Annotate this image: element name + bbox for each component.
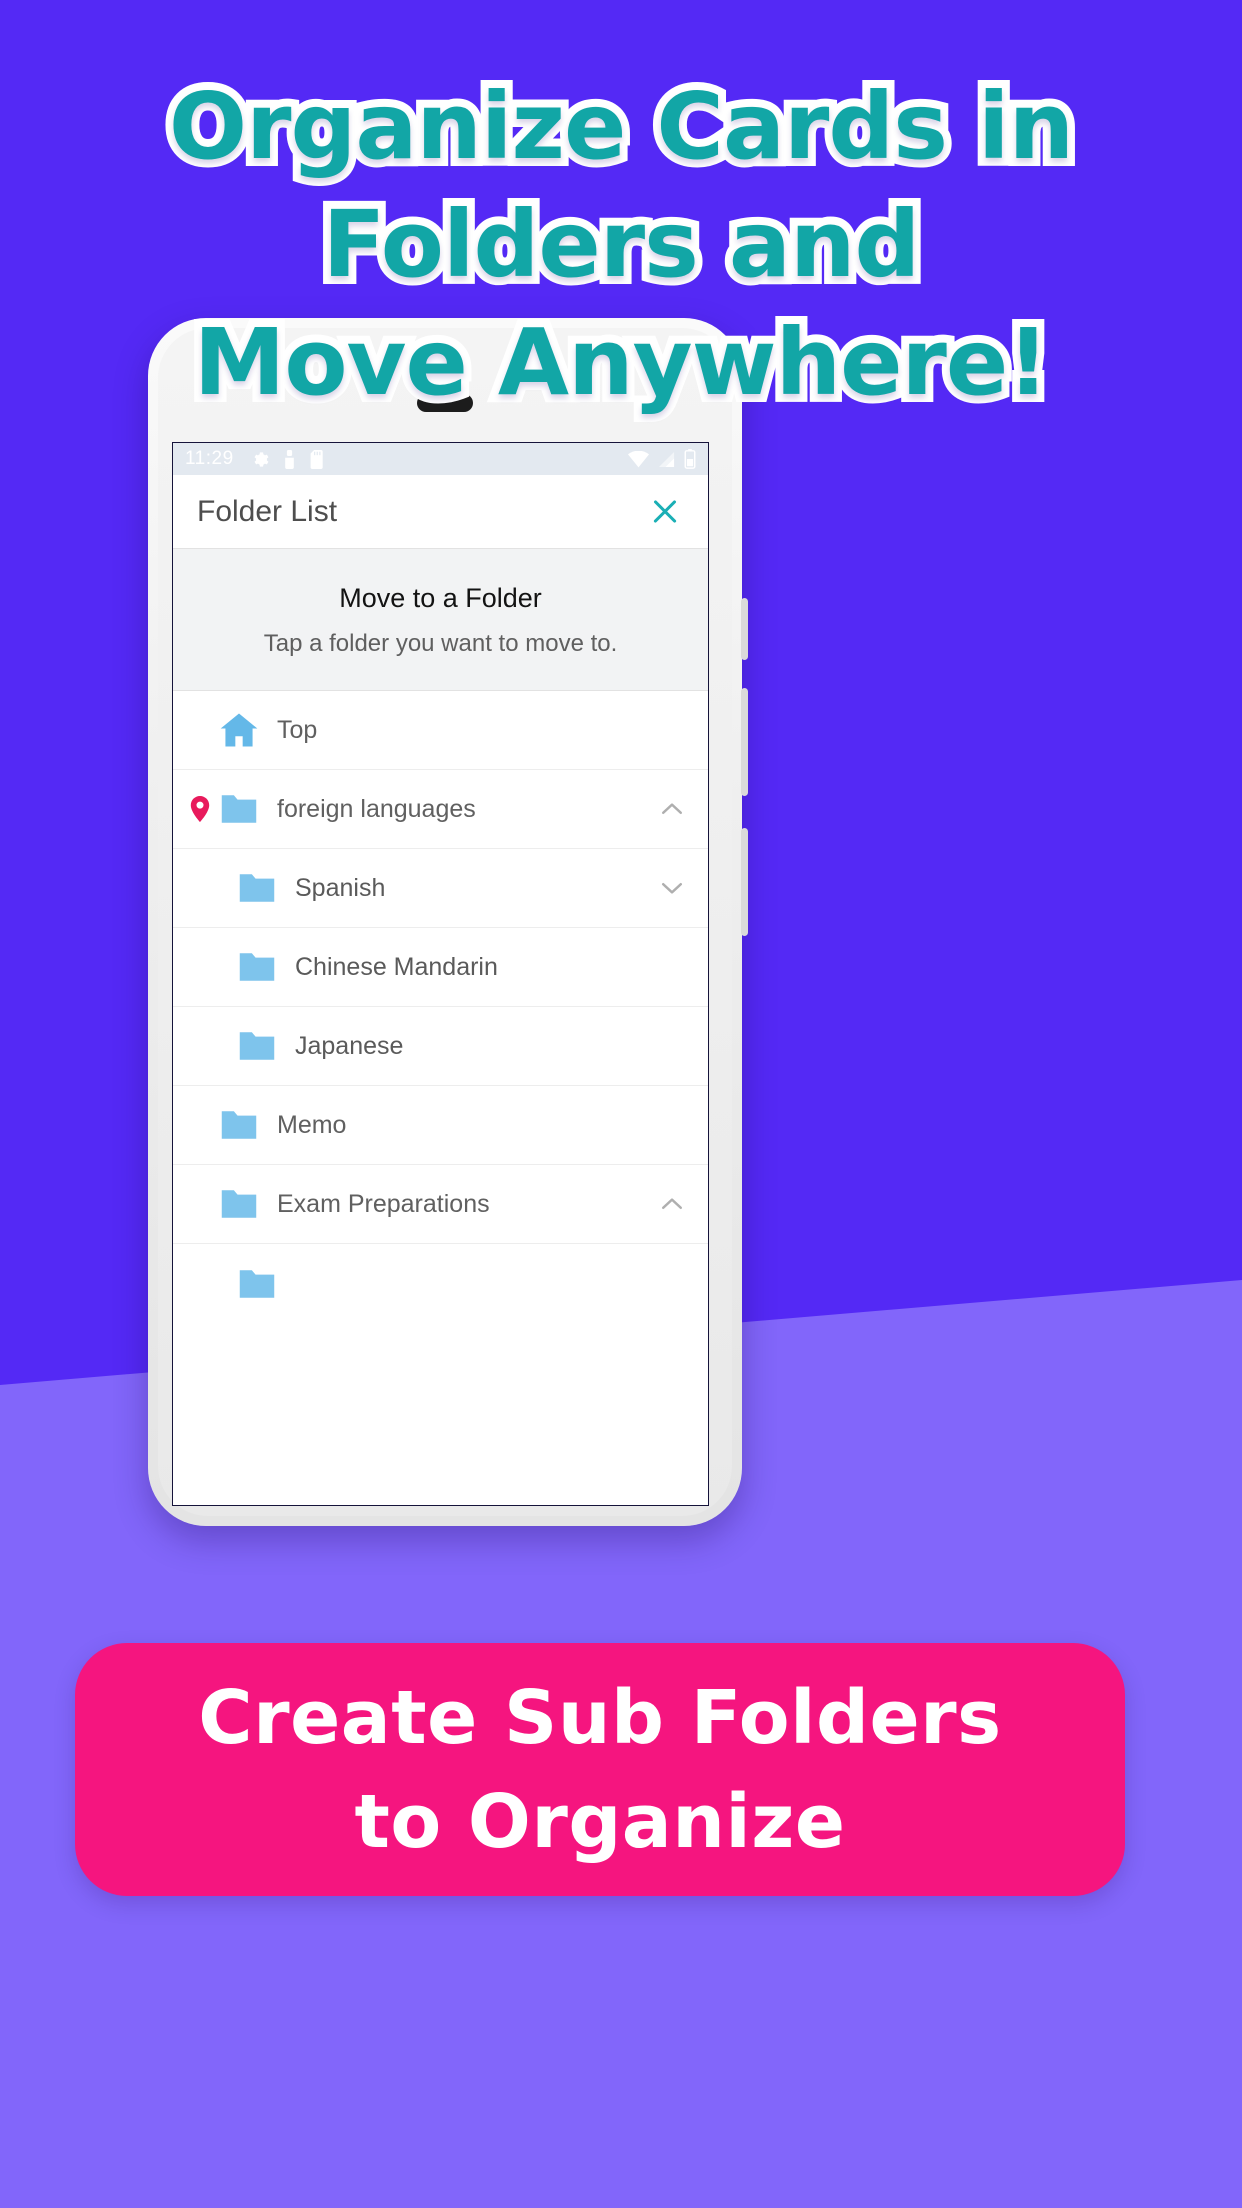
location-pin-icon — [183, 796, 217, 822]
background-lower-band — [0, 1900, 1242, 2208]
phone-mockup: 11:29 Folder List Move to a Folder Tap a… — [148, 318, 748, 1526]
folder-row-japanese[interactable]: Japanese — [173, 1007, 708, 1086]
folder-row-memo[interactable]: Memo — [173, 1086, 708, 1165]
folder-row-spanish[interactable]: Spanish — [173, 849, 708, 928]
page-title: Folder List — [197, 494, 338, 528]
move-prompt: Move to a Folder Tap a folder you want t… — [173, 549, 708, 691]
status-right-icons — [628, 449, 696, 469]
folder-icon — [235, 866, 279, 910]
battery-icon — [684, 449, 696, 469]
folder-icon — [217, 1182, 261, 1226]
folder-icon — [217, 1103, 261, 1147]
folder-icon — [235, 945, 279, 989]
phone-button-volume-down — [741, 828, 748, 936]
wifi-icon — [628, 450, 649, 468]
signal-icon — [658, 451, 675, 468]
folder-label: foreign languages — [277, 794, 476, 823]
move-prompt-title: Move to a Folder — [339, 583, 542, 613]
folder-label: Japanese — [295, 1031, 404, 1060]
phone-screen: 11:29 Folder List Move to a Folder Tap a… — [172, 442, 709, 1506]
close-icon[interactable] — [646, 493, 684, 531]
folder-row-top[interactable]: Top — [173, 691, 708, 770]
folder-label: Chinese Mandarin — [295, 952, 498, 981]
chevron-down-icon[interactable] — [652, 868, 692, 908]
folder-label: Exam Preparations — [277, 1189, 490, 1218]
folder-icon — [235, 1262, 279, 1306]
app-bar: Folder List — [173, 475, 708, 549]
move-prompt-subtitle: Tap a folder you want to move to. — [263, 630, 618, 657]
cta-banner-line-1: Create Sub Folders — [198, 1674, 1002, 1761]
chevron-up-icon[interactable] — [652, 789, 692, 829]
phone-button-power — [741, 598, 748, 660]
folder-list: Top foreign languages Spanish Chinese Ma… — [173, 691, 708, 1323]
promo-screenshot: Organize Cards in Folders and Move Anywh… — [0, 0, 1242, 2208]
cta-banner-line-2: to Organize — [354, 1778, 846, 1865]
folder-row-exam-preparations[interactable]: Exam Preparations — [173, 1165, 708, 1244]
gear-icon — [250, 450, 269, 469]
phone-speaker — [417, 394, 473, 412]
folder-row-partial[interactable] — [173, 1244, 708, 1323]
folder-icon — [217, 787, 261, 831]
headline-line-1: Organize Cards in — [161, 65, 1082, 188]
folder-label: Spanish — [295, 873, 386, 902]
status-bar: 11:29 — [173, 443, 708, 475]
folder-row-foreign-languages[interactable]: foreign languages — [173, 770, 708, 849]
cta-banner: Create Sub Folders to Organize — [75, 1643, 1125, 1896]
sim-icon — [283, 449, 296, 469]
chevron-up-icon[interactable] — [652, 1184, 692, 1224]
headline-line-2: Folders and — [315, 183, 929, 306]
sd-card-icon — [310, 449, 325, 469]
phone-button-volume-up — [741, 688, 748, 796]
folder-row-chinese-mandarin[interactable]: Chinese Mandarin — [173, 928, 708, 1007]
home-icon — [217, 708, 261, 752]
folder-label: Top — [277, 715, 318, 744]
folder-icon — [235, 1024, 279, 1068]
status-clock: 11:29 — [185, 448, 234, 469]
folder-label: Memo — [277, 1110, 347, 1139]
